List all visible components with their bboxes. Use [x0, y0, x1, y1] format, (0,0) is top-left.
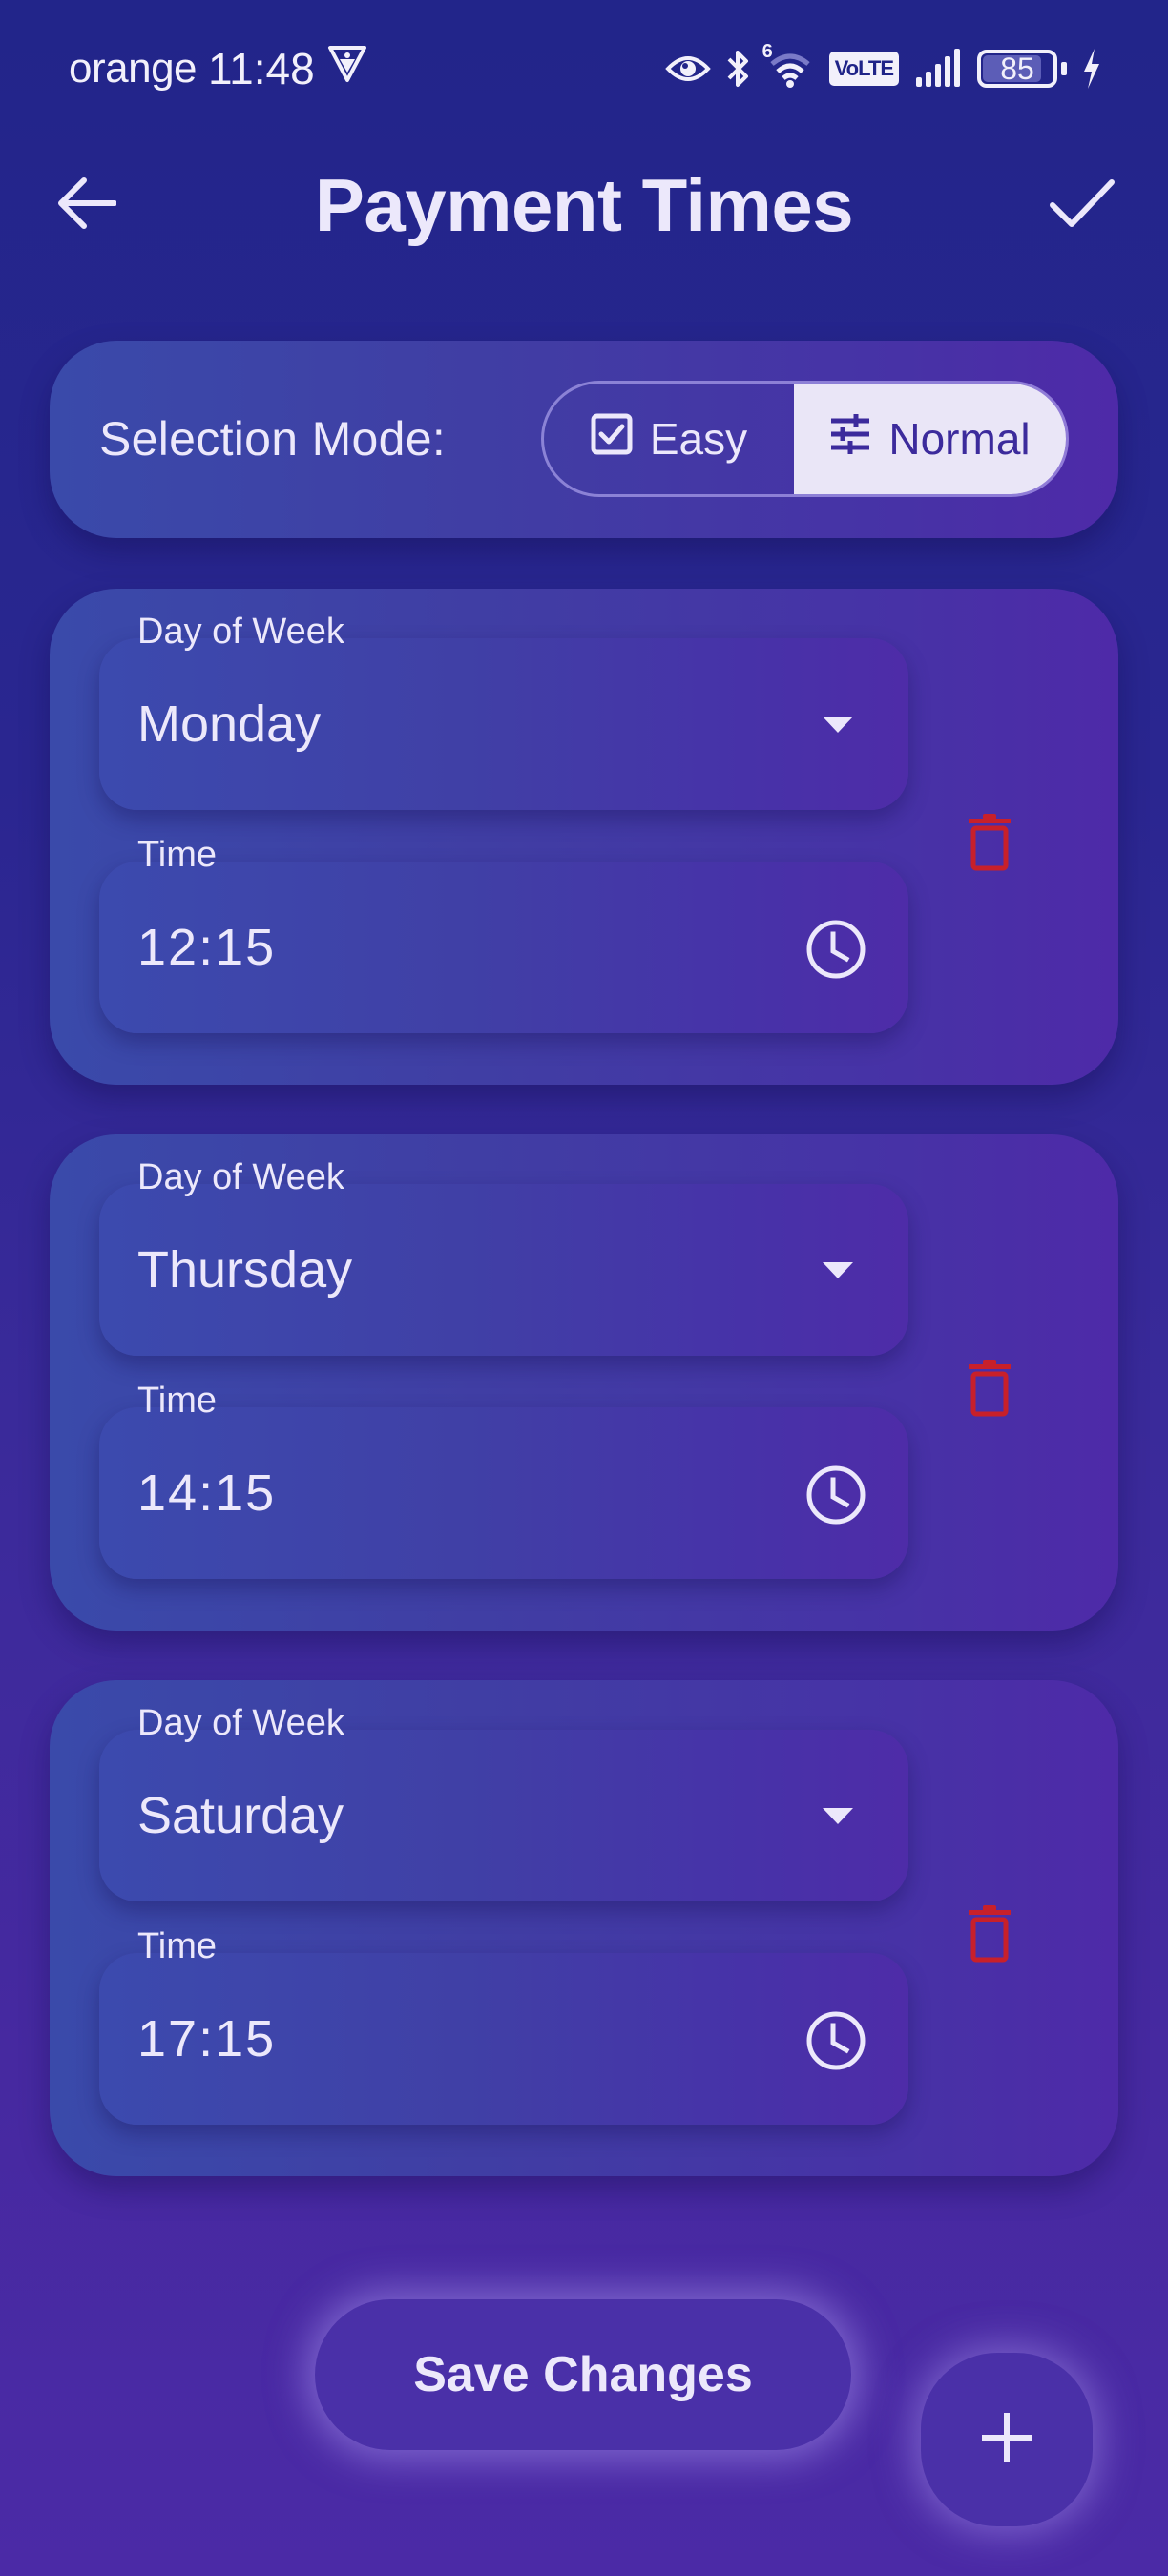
day-of-week-dropdown[interactable]: Thursday: [99, 1184, 908, 1356]
selected-time: 12:15: [137, 919, 277, 976]
selected-time: 17:15: [137, 2010, 277, 2067]
time-label: Time: [137, 835, 218, 875]
mode-option-normal[interactable]: Normal: [794, 384, 1066, 494]
time-label: Time: [137, 1381, 218, 1421]
time-picker-field[interactable]: 12:15: [99, 862, 908, 1033]
check-icon: [1049, 177, 1116, 235]
delete-entry-button[interactable]: [956, 1898, 1023, 1974]
wifi-icon: 6: [762, 41, 814, 89]
app-header: Payment Times: [0, 153, 1168, 258]
time-picker-field[interactable]: 17:15: [99, 1953, 908, 2125]
selection-mode-card: Selection Mode: Easy Normal: [50, 341, 1118, 538]
sliders-icon: [829, 413, 871, 466]
page-title: Payment Times: [314, 163, 854, 247]
status-bar: orange 11:48 6 VoLTE 85: [0, 0, 1168, 134]
day-of-week-label: Day of Week: [137, 1703, 344, 1743]
battery-tip: [1061, 62, 1067, 75]
bluetooth-icon: [726, 49, 751, 89]
time-picker-field[interactable]: 14:15: [99, 1407, 908, 1579]
plus-icon: [980, 2411, 1033, 2469]
clock-time: 11:48: [208, 43, 315, 93]
checkbox-icon: [591, 413, 633, 466]
selected-day: Saturday: [137, 1787, 344, 1844]
day-of-week-label: Day of Week: [137, 612, 344, 652]
caret-down-icon: [823, 717, 853, 733]
selected-time: 14:15: [137, 1465, 277, 1522]
trash-icon: [967, 1359, 1012, 1423]
battery-level: 85: [1000, 51, 1034, 86]
signal-icon: [914, 49, 962, 89]
volte-icon: VoLTE: [828, 52, 899, 86]
carrier-name: orange: [69, 44, 198, 92]
clock-icon: [803, 1463, 868, 1532]
selection-mode-toggle: Easy Normal: [541, 381, 1069, 497]
vpn-shield-icon: [326, 42, 368, 94]
add-entry-button[interactable]: [921, 2353, 1093, 2526]
trash-icon: [967, 1904, 1012, 1968]
mode-option-label: Normal: [888, 414, 1031, 464]
day-of-week-dropdown[interactable]: Monday: [99, 638, 908, 810]
mode-option-easy[interactable]: Easy: [544, 384, 794, 494]
day-of-week-label: Day of Week: [137, 1157, 344, 1197]
selected-day: Monday: [137, 696, 322, 753]
charging-icon: [1082, 49, 1101, 89]
wifi-generation-label: 6: [761, 41, 773, 62]
time-label: Time: [137, 1926, 218, 1966]
delete-entry-button[interactable]: [956, 1352, 1023, 1428]
caret-down-icon: [823, 1262, 853, 1278]
mode-option-label: Easy: [649, 414, 748, 464]
clock-icon: [803, 917, 868, 987]
caret-down-icon: [823, 1808, 853, 1824]
eye-icon: [664, 53, 711, 84]
payment-time-entry: Day of Week Thursday Time 14:15: [50, 1134, 1118, 1631]
battery-icon: 85: [977, 50, 1057, 88]
delete-entry-button[interactable]: [956, 806, 1023, 883]
selection-mode-label: Selection Mode:: [99, 412, 447, 466]
payment-time-entry: Day of Week Monday Time 12:15: [50, 589, 1118, 1085]
day-of-week-dropdown[interactable]: Saturday: [99, 1730, 908, 1901]
selected-day: Thursday: [137, 1241, 353, 1298]
trash-icon: [967, 813, 1012, 877]
clock-icon: [803, 2008, 868, 2078]
confirm-button[interactable]: [1044, 172, 1120, 239]
payment-time-entry: Day of Week Saturday Time 17:15: [50, 1680, 1118, 2176]
save-changes-button[interactable]: Save Changes: [315, 2299, 851, 2450]
